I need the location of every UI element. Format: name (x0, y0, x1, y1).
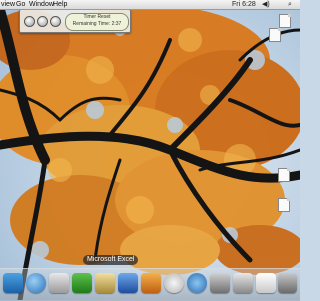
menu-window[interactable]: Window (29, 0, 54, 9)
ichat-icon[interactable] (26, 273, 46, 293)
network-icon[interactable] (49, 273, 69, 293)
dock-tooltip: Microsoft Excel (83, 255, 139, 265)
timer-stop-button[interactable] (50, 16, 61, 27)
itunes-icon[interactable] (141, 273, 161, 293)
photos-icon[interactable] (164, 273, 184, 293)
desktop-document-icon[interactable] (277, 168, 290, 182)
cards-icon[interactable] (256, 273, 276, 293)
app-icon[interactable] (233, 273, 253, 293)
timer-status: Timer Reset (83, 14, 111, 20)
trash-icon[interactable] (278, 273, 297, 293)
desktop-wallpaper (0, 0, 300, 300)
menu-view[interactable]: view (1, 0, 15, 9)
dock (0, 268, 300, 301)
menubar-clock[interactable]: Fri 6:28 (232, 0, 256, 9)
desktop-document-icon[interactable] (277, 198, 290, 212)
desktop-document-icon[interactable] (278, 14, 291, 28)
dictionary-icon[interactable] (95, 273, 115, 293)
timer-display: Timer Reset Remaining Time: 2:37 (65, 13, 129, 31)
menu-bar: view Go Window Help Fri 6:28 ◀) ⌕ (0, 0, 300, 10)
volume-icon[interactable]: ◀) (262, 0, 270, 9)
excel-icon[interactable] (72, 273, 92, 293)
quicktime-icon[interactable] (210, 273, 230, 293)
finder-icon[interactable] (3, 273, 23, 293)
menu-go[interactable]: Go (16, 0, 25, 9)
spotlight-icon[interactable]: ⌕ (288, 0, 292, 9)
word-icon[interactable] (118, 273, 138, 293)
timer-pause-button[interactable] (37, 16, 48, 27)
desktop-document-icon[interactable] (268, 28, 281, 42)
menu-help[interactable]: Help (53, 0, 67, 9)
safari-icon[interactable] (187, 273, 207, 293)
timer-panel: Timer Reset Remaining Time: 2:37 (19, 9, 131, 33)
timer-remaining: Remaining Time: 2:37 (72, 21, 122, 27)
timer-start-button[interactable] (24, 16, 35, 27)
